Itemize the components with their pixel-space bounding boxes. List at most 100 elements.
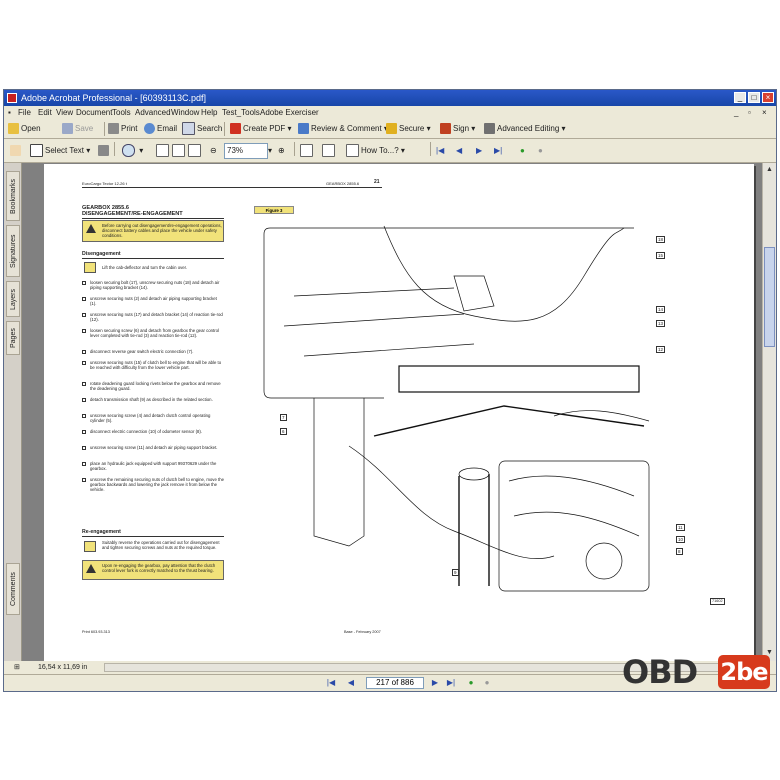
next-view-nav-button[interactable]: ● — [482, 678, 492, 688]
minimize-button[interactable]: _ — [734, 92, 746, 103]
page-icon — [156, 144, 169, 158]
step-text: unscrew securing nuts (2) and detach air… — [90, 296, 217, 306]
rotate-view-button[interactable] — [300, 144, 315, 158]
actual-size-button[interactable] — [156, 144, 171, 158]
zoom-out-button[interactable]: ⊖ — [210, 144, 217, 158]
page-number-field[interactable]: 217 of 886 — [366, 677, 424, 689]
zoom-level-field[interactable]: 73% — [224, 143, 268, 159]
search-button[interactable]: Search — [182, 122, 222, 136]
previous-view-button[interactable]: ● — [520, 144, 525, 158]
advanced-editing-button[interactable]: Advanced Editing ▾ — [484, 122, 566, 136]
checkbox-icon — [82, 414, 86, 418]
callout-12: 12 — [656, 346, 666, 353]
callout-8: 8 — [676, 548, 683, 555]
zoom-in-button[interactable]: ⊕ — [278, 144, 285, 158]
create-pdf-button[interactable]: Create PDF ▾ — [230, 122, 291, 136]
hand-tool-button[interactable] — [10, 144, 23, 158]
document-menu-icon[interactable]: ▪ — [8, 106, 11, 119]
callout-7: 7 — [280, 414, 287, 421]
scroll-up-arrow-icon[interactable]: ▲ — [764, 164, 775, 175]
menu-test-tools[interactable]: Test_Tools — [222, 106, 260, 119]
next-page-button[interactable]: ▶ — [476, 144, 482, 158]
page-layout-button[interactable] — [322, 144, 337, 158]
last-page-button[interactable]: ▶| — [494, 144, 502, 158]
last-page-nav-button[interactable]: ▶| — [446, 678, 456, 688]
pdf-page: EuroCargo Tector 12-26 t GEARBOX 2855.6 … — [44, 164, 754, 662]
document-area[interactable]: EuroCargo Tector 12-26 t GEARBOX 2855.6 … — [22, 163, 762, 662]
scroll-thumb[interactable] — [764, 247, 775, 347]
snapshot-button[interactable] — [98, 144, 111, 158]
doc-minimize-button[interactable]: _ — [734, 106, 738, 119]
previous-view-nav-button[interactable]: ● — [466, 678, 476, 688]
disengagement-heading: Disengagement — [82, 251, 121, 257]
menu-file[interactable]: File — [18, 106, 31, 119]
cable-harness — [348, 445, 555, 560]
fit-page-icon — [172, 144, 185, 158]
detail-inset — [498, 460, 650, 592]
email-button[interactable]: Email — [144, 122, 177, 136]
tab-pages[interactable]: Pages — [6, 321, 20, 355]
next-page-nav-button[interactable]: ▶ — [430, 678, 440, 688]
previous-page-nav-button[interactable]: ◀ — [346, 678, 356, 688]
toolbar-separator — [224, 122, 225, 136]
fit-width-icon — [188, 144, 201, 158]
review-comment-button[interactable]: Review & Comment ▾ — [298, 122, 388, 136]
sign-button[interactable]: Sign ▾ — [440, 122, 475, 136]
first-page-nav-button[interactable]: |◀ — [326, 678, 336, 688]
toolbar-separator — [114, 142, 115, 156]
figure-code: 71602 — [710, 598, 725, 605]
how-to-button[interactable]: How To...? ▾ — [346, 144, 405, 158]
select-text-button[interactable]: Select Text ▾ — [30, 144, 90, 158]
next-view-button[interactable]: ● — [538, 144, 543, 158]
fit-page-button[interactable] — [172, 144, 187, 158]
menu-adobe-exerciser[interactable]: Adobe Exerciser — [260, 106, 319, 119]
propeller-shaft — [458, 474, 490, 586]
tab-layers[interactable]: Layers — [6, 281, 20, 317]
doc-restore-button[interactable]: ▫ — [748, 106, 751, 119]
toolbar-separator — [294, 142, 295, 156]
menu-edit[interactable]: Edit — [38, 106, 52, 119]
two-page-icon — [322, 144, 335, 158]
menu-tools[interactable]: Tools — [112, 106, 131, 119]
menu-view[interactable]: View — [56, 106, 73, 119]
close-button[interactable]: × — [762, 92, 774, 103]
doc-close-button[interactable]: × — [762, 106, 767, 119]
menu-window[interactable]: Window — [171, 106, 199, 119]
first-page-button[interactable]: |◀ — [436, 144, 444, 158]
warning-box: Before carrying out disengagement/re-eng… — [82, 220, 224, 242]
checkbox-icon — [82, 313, 86, 317]
open-button[interactable]: Open — [8, 122, 41, 136]
print-button[interactable]: Print — [108, 122, 137, 136]
step-text: unscrew securing screw (4) and detach cl… — [90, 413, 211, 423]
step-text: unscrew the remaining securing nuts of c… — [90, 477, 224, 492]
menu-advanced[interactable]: Advanced — [135, 106, 171, 119]
callout-11: 11 — [676, 524, 685, 531]
zoom-dropdown-icon[interactable]: ▾ — [268, 144, 272, 158]
save-button[interactable]: Save — [62, 122, 93, 136]
select-object-icon — [484, 123, 495, 135]
step-text: place an hydraulic jack equipped with su… — [90, 461, 217, 471]
secure-button[interactable]: Secure ▾ — [386, 122, 431, 136]
title-rule — [82, 218, 224, 219]
zoom-tool-button[interactable]: ▾ — [122, 144, 143, 158]
callout-6: 6 — [280, 428, 287, 435]
page-expand-icon[interactable]: ⊞ — [14, 661, 20, 674]
previous-page-button[interactable]: ◀ — [456, 144, 462, 158]
email-icon — [144, 123, 155, 135]
page-footer-left: Print 603.93.313 — [82, 630, 110, 634]
zoom-icon — [122, 144, 135, 158]
figure-label: Figure 3 — [254, 206, 294, 214]
menu-help[interactable]: Help — [201, 106, 217, 119]
search-icon — [182, 122, 195, 136]
vertical-scrollbar[interactable]: ▲ ▼ — [762, 163, 776, 661]
menu-document[interactable]: Document — [76, 106, 112, 119]
review-icon — [298, 123, 309, 135]
step-text: unscrew securing nuts (17) and detach br… — [90, 312, 223, 322]
maximize-button[interactable]: □ — [748, 92, 760, 103]
tab-comments[interactable]: Comments — [6, 563, 20, 615]
callout-9: 9 — [452, 569, 459, 576]
navigation-pane: Bookmarks Signatures Layers Pages Commen… — [4, 163, 22, 661]
fit-width-button[interactable] — [188, 144, 203, 158]
tab-signatures[interactable]: Signatures — [6, 225, 20, 277]
tab-bookmarks[interactable]: Bookmarks — [6, 171, 20, 221]
